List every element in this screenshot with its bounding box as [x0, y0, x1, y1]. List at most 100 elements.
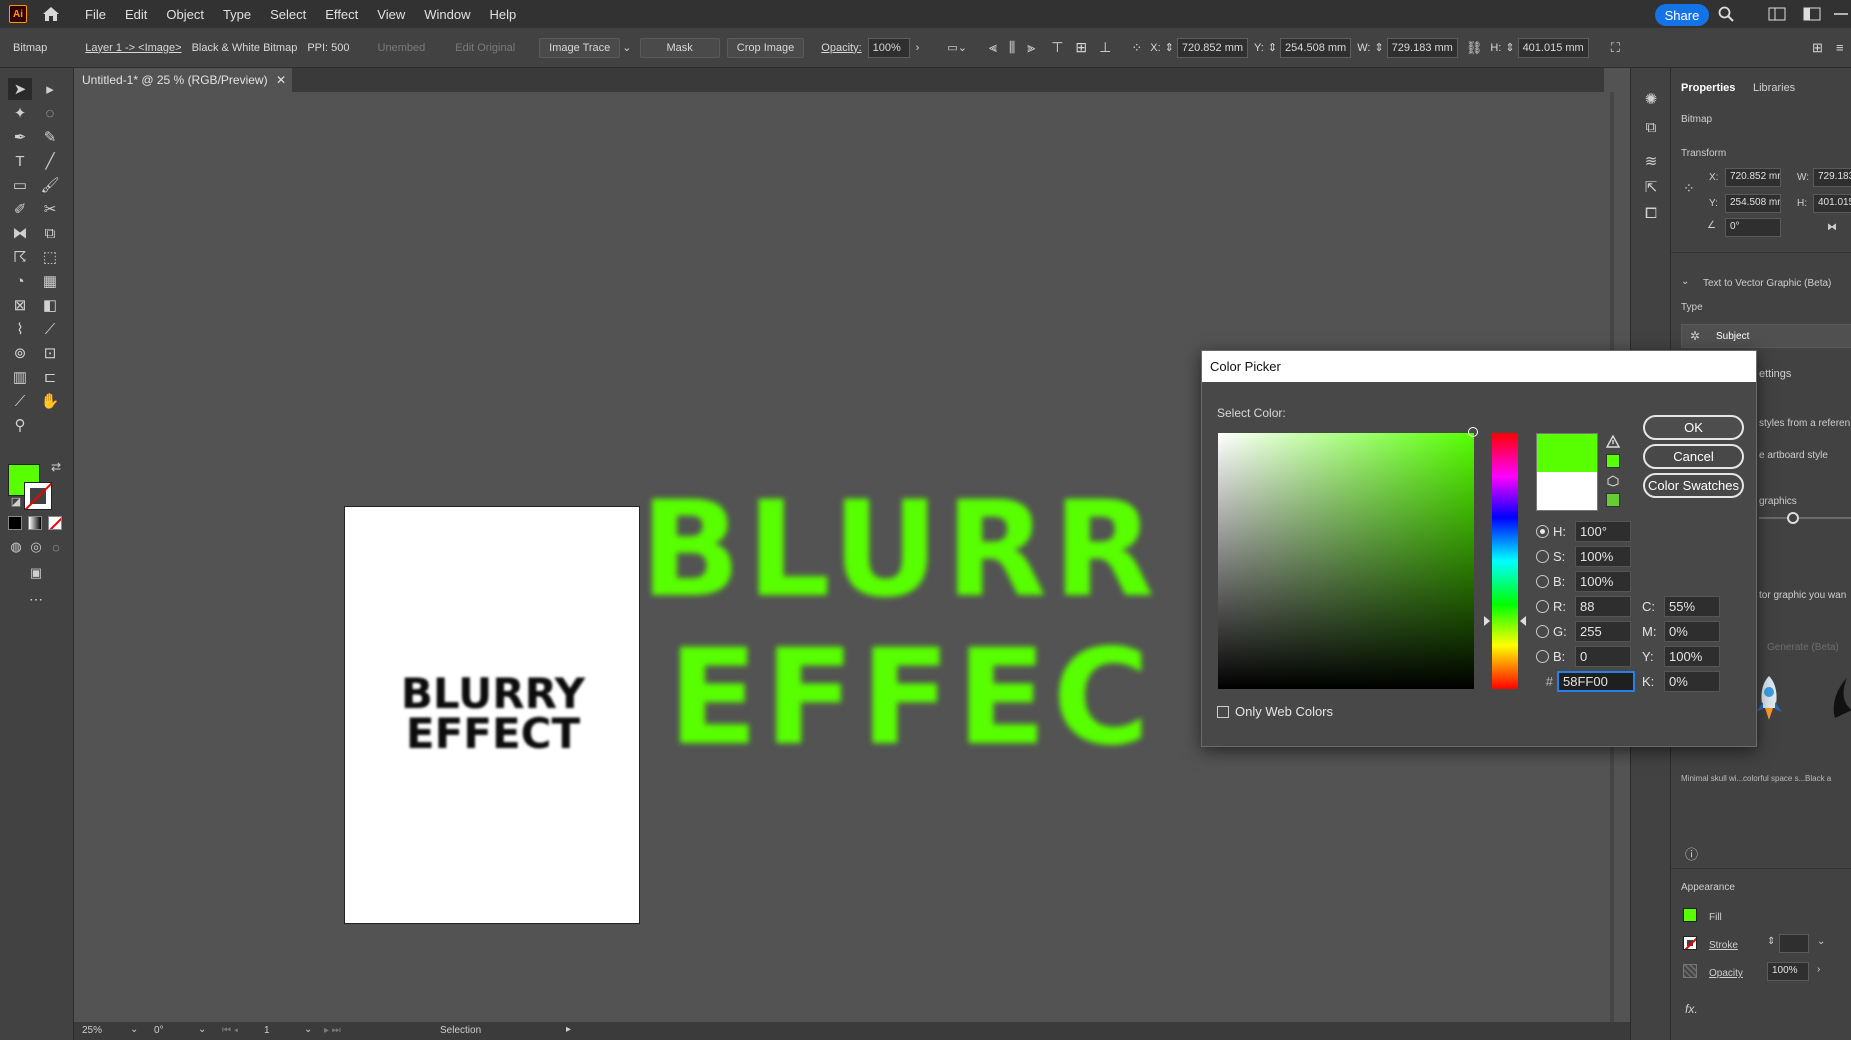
default-colors-icon[interactable]: ◪ — [4, 490, 28, 512]
h-input[interactable]: 401.015 mm — [1517, 37, 1589, 58]
zoom-level[interactable]: 25% — [82, 1025, 102, 1036]
panel-x-input[interactable]: 720.852 mr — [1725, 168, 1781, 187]
align-top-icon[interactable]: ⊤ — [1051, 39, 1063, 56]
brightness-input[interactable]: 100% — [1575, 571, 1631, 592]
blue-radio[interactable] — [1536, 650, 1549, 663]
symbol-sprayer-tool-icon[interactable]: ⊡ — [38, 342, 62, 364]
h-stepper-icon[interactable]: ⇕ — [1505, 41, 1514, 54]
status-arrow-icon[interactable]: ▸ — [566, 1024, 571, 1035]
panel-y-input[interactable]: 254.508 mr — [1725, 194, 1781, 213]
hex-input[interactable]: 58FF00 — [1557, 671, 1635, 692]
align-left-icon[interactable]: ⫷ — [989, 39, 997, 56]
red-radio[interactable] — [1536, 600, 1549, 613]
arrange-icon[interactable] — [1803, 7, 1821, 21]
shaper-tool-icon[interactable]: ✐ — [8, 198, 32, 220]
align-center-h-icon[interactable]: ⫼ — [1009, 39, 1015, 56]
saturation-input[interactable]: 100% — [1575, 546, 1631, 567]
zoom-dropdown-icon[interactable]: ⌄ — [130, 1024, 138, 1035]
measure-tool-icon[interactable]: ⟋ — [38, 318, 62, 340]
generate-icon[interactable]: ✺ — [1639, 88, 1663, 110]
pen-tool-icon[interactable]: ✒ — [8, 126, 32, 148]
brightness-radio[interactable] — [1536, 575, 1549, 588]
workspace-icon[interactable] — [1768, 7, 1786, 21]
generate-button[interactable]: Generate (Beta) — [1767, 642, 1839, 653]
tab-libraries[interactable]: Libraries — [1753, 82, 1795, 94]
panel-opacity-label[interactable]: Opacity — [1709, 968, 1743, 979]
yellow-input[interactable]: 100% — [1664, 646, 1720, 667]
constrain-link-icon[interactable]: ⛓ — [1466, 40, 1483, 56]
slice-tool-icon[interactable]: ⟋ — [8, 390, 32, 412]
panel-opacity-input[interactable]: 100% — [1767, 962, 1809, 981]
x-input[interactable]: 720.852 mm — [1176, 37, 1249, 58]
magic-wand-tool-icon[interactable]: ✦ — [8, 102, 32, 124]
panel-angle-input[interactable]: 0° — [1725, 218, 1781, 237]
align-center-v-icon[interactable]: ⊞ — [1075, 39, 1087, 56]
blurry-text-line-2[interactable]: EFFEC — [668, 632, 1228, 764]
menu-view[interactable]: View — [377, 7, 405, 22]
crop-image-button[interactable]: Crop Image — [726, 37, 805, 58]
web-colors-checkbox[interactable] — [1217, 705, 1229, 718]
edit-original-button[interactable]: Edit Original — [455, 42, 515, 54]
stroke-swatch[interactable] — [1683, 936, 1697, 950]
menu-effect[interactable]: Effect — [325, 7, 358, 22]
none-mode-icon[interactable] — [48, 516, 62, 530]
curvature-tool-icon[interactable]: ✎ — [38, 126, 62, 148]
magenta-input[interactable]: 0% — [1664, 621, 1720, 642]
rotation-value[interactable]: 0° — [154, 1025, 164, 1036]
image-trace-button[interactable]: Image Trace — [539, 37, 621, 58]
hue-slider-left-arrow[interactable] — [1484, 616, 1490, 626]
gamut-color-swatch[interactable] — [1606, 454, 1620, 468]
hand-tool-icon[interactable]: ✋ — [38, 390, 62, 412]
assets-icon[interactable]: ⧉ — [1639, 116, 1663, 138]
zoom-tool-icon[interactable]: ⚲ — [8, 414, 32, 436]
cyan-input[interactable]: 55% — [1664, 596, 1720, 617]
tab-properties[interactable]: Properties — [1681, 82, 1735, 94]
artboards-icon[interactable]: ⧠ — [1639, 202, 1663, 224]
selection-tool-icon[interactable]: ➤ — [8, 78, 32, 100]
hue-slider-right-arrow[interactable] — [1520, 616, 1526, 626]
artboard-style-label[interactable]: e artboard style — [1759, 450, 1828, 461]
gradient-tool-icon[interactable]: ◧ — [38, 294, 62, 316]
color-field-marker[interactable] — [1468, 427, 1478, 437]
black-input[interactable]: 0% — [1664, 671, 1720, 692]
align-right-icon[interactable]: ⫸ — [1027, 39, 1035, 56]
paintbrush-tool-icon[interactable]: 🖌 — [38, 174, 62, 196]
artboard[interactable]: BLURRY EFFECT — [344, 506, 640, 924]
original-color-swatch[interactable] — [1536, 472, 1598, 511]
w-input[interactable]: 729.183 mm — [1386, 37, 1458, 58]
scissors-tool-icon[interactable]: ✂ — [38, 198, 62, 220]
hamburger-menu-icon[interactable]: ≡ — [1836, 40, 1844, 55]
unembed-button[interactable]: Unembed — [378, 42, 426, 54]
x-stepper-icon[interactable]: ⇕ — [1165, 41, 1174, 54]
menu-help[interactable]: Help — [489, 7, 516, 22]
shape-builder-tool-icon[interactable]: ◔ — [8, 270, 32, 292]
web-safe-color-swatch[interactable] — [1606, 493, 1620, 507]
more-tools-icon[interactable]: ⋯ — [24, 588, 48, 610]
menu-type[interactable]: Type — [223, 7, 251, 22]
saturation-radio[interactable] — [1536, 550, 1549, 563]
artboard-nav-first-icon[interactable]: ⏮ ◂ — [222, 1025, 238, 1036]
green-radio[interactable] — [1536, 625, 1549, 638]
panel-w-input[interactable]: 729.183 — [1813, 168, 1851, 187]
home-icon[interactable] — [41, 5, 61, 23]
draw-inside-icon[interactable]: ◌ — [44, 536, 68, 558]
detail-slider-thumb[interactable] — [1787, 512, 1799, 524]
transform-options-icon[interactable]: ⛶ — [1611, 40, 1620, 56]
stroke-weight-input[interactable] — [1779, 934, 1809, 953]
stroke-stepper-icon[interactable]: ⇕ — [1767, 936, 1775, 947]
opacity-arrow-icon[interactable]: › — [916, 42, 920, 54]
fill-swatch[interactable] — [1683, 908, 1697, 922]
blurry-text-line-1[interactable]: BLURR — [640, 484, 1200, 616]
mask-button[interactable]: Mask — [639, 37, 720, 58]
info-icon[interactable]: ⓘ — [1685, 844, 1698, 863]
warp-tool-icon[interactable]: ☈ — [8, 246, 32, 268]
lasso-tool-icon[interactable]: ◌ — [38, 102, 62, 124]
scale-tool-icon[interactable]: ⧉ — [38, 222, 62, 244]
image-trace-dropdown-icon[interactable]: ⌄ — [622, 41, 631, 54]
perspective-grid-tool-icon[interactable]: ▦ — [38, 270, 62, 292]
menu-object[interactable]: Object — [166, 7, 204, 22]
reference-point-icon[interactable]: ⁘ — [1131, 40, 1142, 56]
opacity-input[interactable]: 100% — [867, 37, 910, 58]
ok-button[interactable]: OK — [1643, 415, 1744, 440]
stroke-dropdown-icon[interactable]: ⌄ — [1817, 936, 1825, 947]
